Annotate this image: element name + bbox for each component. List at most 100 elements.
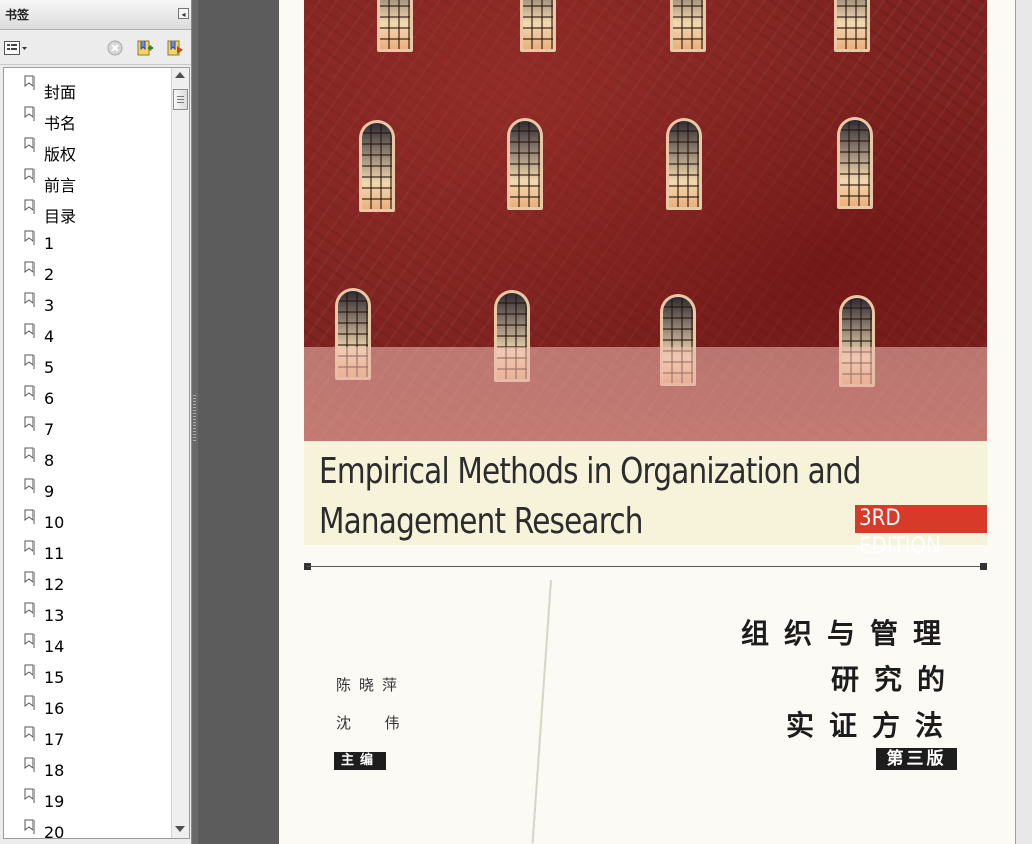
bookmark-icon [24,416,36,432]
bookmark-label: 20 [44,823,65,839]
bookmark-item[interactable]: 版权 [4,135,169,166]
bookmark-icon [24,540,36,556]
bookmark-item[interactable]: 20 [4,817,169,839]
edition-badge: 3RD EDITION [855,505,987,559]
window-illustration [520,0,556,52]
window-illustration [666,118,702,210]
bookmark-icon [24,757,36,773]
bookmark-icon [24,819,36,835]
bookmark-label: 目录 [44,207,77,226]
scroll-down-arrow-icon[interactable] [175,826,185,832]
chinese-edition-badge: 第三版 [876,748,957,770]
bookmark-item[interactable]: 16 [4,693,169,724]
bookmark-label: 5 [44,358,55,377]
bookmark-icon [24,602,36,618]
bookmark-label: 17 [44,730,65,749]
bookmark-item[interactable]: 封面 [4,73,169,104]
bookmark-item[interactable]: 18 [4,755,169,786]
bookmark-icon [24,137,36,153]
bookmark-icon [24,354,36,370]
bookmark-item[interactable]: 9 [4,476,169,507]
bookmark-icon [24,695,36,711]
cover-fade-overlay [304,347,987,441]
panel-splitter[interactable] [192,0,198,844]
window-illustration [834,0,870,52]
divider-rule [307,566,983,567]
bookmark-item[interactable]: 4 [4,321,169,352]
bookmark-list-scrollbar[interactable] [171,68,189,838]
bookmark-item[interactable]: 12 [4,569,169,600]
bookmark-item[interactable]: 11 [4,538,169,569]
document-page: Empirical Methods in Organization and Ma… [279,0,1015,844]
bookmark-icon [24,75,36,91]
bookmark-icon [24,168,36,184]
expand-bookmark-icon[interactable] [166,40,184,56]
bookmark-icon [24,323,36,339]
bookmark-item[interactable]: 2 [4,259,169,290]
bookmark-item[interactable]: 前言 [4,166,169,197]
bookmark-icon [24,788,36,804]
bookmark-icon [24,230,36,246]
bookmark-icon [24,106,36,122]
paper-crease [531,579,552,844]
bookmark-item[interactable]: 14 [4,631,169,662]
bookmark-label: 7 [44,420,55,439]
bookmark-item[interactable]: 7 [4,414,169,445]
bookmark-item[interactable]: 10 [4,507,169,538]
bookmark-item[interactable]: 13 [4,600,169,631]
window-illustration [507,118,543,210]
bookmark-icon [24,261,36,277]
bookmark-label: 3 [44,296,55,315]
delete-bookmark-icon[interactable] [106,40,124,56]
new-bookmark-icon[interactable] [136,40,154,56]
chinese-title-line-2: 研究的 [831,663,961,696]
bookmark-item[interactable]: 目录 [4,197,169,228]
bookmark-list: 封面 书名 版权 前言 目录 1 2 3 4 5 6 7 8 9 10 11 12 13 14 15 16 17 18 19 2… [3,67,190,839]
window-illustration [670,0,706,52]
chinese-title-line-1: 组织与管理 [741,617,957,650]
bookmark-item[interactable]: 1 [4,228,169,259]
bookmark-item[interactable]: 3 [4,290,169,321]
bookmark-label: 19 [44,792,65,811]
editor-role-badge: 主编 [334,752,386,770]
rule-end-marker [980,563,987,570]
bookmark-item[interactable]: 6 [4,383,169,414]
bookmarks-toolbar [0,31,191,65]
splitter-grip-icon[interactable] [193,395,196,441]
bookmark-label: 2 [44,265,55,284]
bookmark-icon [24,478,36,494]
bookmark-label: 1 [44,234,55,253]
bookmark-icon [24,726,36,742]
bookmark-label: 书名 [44,114,77,133]
bookmark-icon [24,385,36,401]
bookmark-item[interactable]: 书名 [4,104,169,135]
panel-header: 书签 ◂ [0,0,191,30]
bookmark-item[interactable]: 5 [4,352,169,383]
options-menu-icon[interactable] [4,40,28,56]
bookmark-label: 前言 [44,176,77,195]
editor-name-2: 沈 伟 [336,714,408,732]
bookmark-icon [24,292,36,308]
bookmark-icon [24,447,36,463]
bookmark-item[interactable]: 8 [4,445,169,476]
bookmark-item[interactable]: 19 [4,786,169,817]
window-illustration [837,117,873,209]
bookmark-label: 8 [44,451,55,470]
window-illustration [359,120,395,212]
window-illustration [377,0,413,52]
bookmark-item[interactable]: 17 [4,724,169,755]
right-gutter [1015,0,1032,844]
title-band: Empirical Methods in Organization and Ma… [304,441,987,559]
editor-name-1: 陈晓萍 [336,676,406,694]
scroll-thumb[interactable] [173,89,188,110]
bookmark-item[interactable]: 15 [4,662,169,693]
english-title: Empirical Methods in Organization and Ma… [319,451,861,542]
bookmark-label: 封面 [44,83,77,102]
bookmark-label: 18 [44,761,65,780]
bookmark-label: 16 [44,699,65,718]
panel-title: 书签 [5,8,30,22]
bookmark-icon [24,633,36,649]
scroll-up-arrow-icon[interactable] [175,72,185,78]
collapse-panel-button[interactable]: ◂ [178,8,189,19]
bookmark-icon [24,571,36,587]
